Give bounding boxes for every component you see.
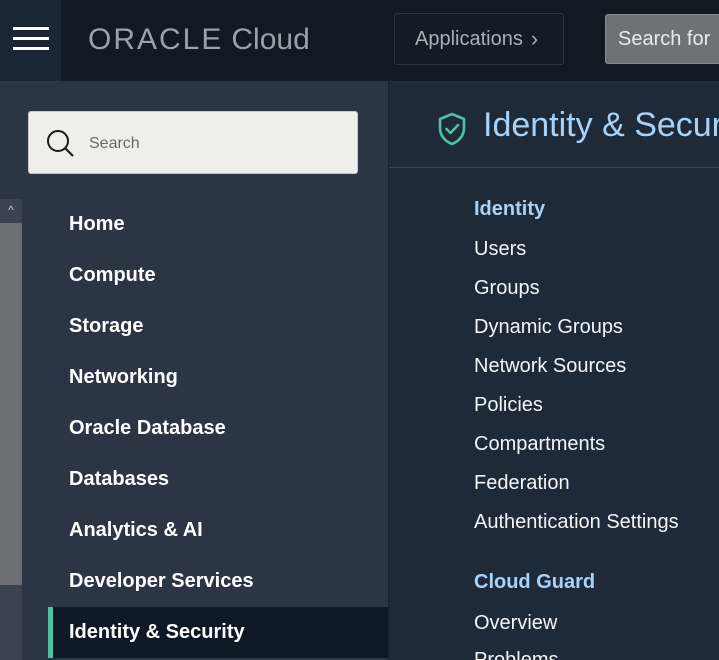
top-bar: ORACLE Cloud Applications › Search for: [0, 0, 719, 81]
link-problems[interactable]: Problems: [474, 649, 558, 660]
menu-toggle-button[interactable]: [0, 0, 61, 81]
hamburger-icon: [13, 27, 49, 30]
section-heading-cloud-guard: Cloud Guard: [474, 571, 596, 593]
nav-item-analytics-ai[interactable]: Analytics & AI: [48, 505, 388, 556]
search-icon: [47, 130, 74, 157]
hamburger-icon: [13, 37, 49, 40]
chevron-right-icon: ›: [530, 26, 539, 51]
nav-search-box[interactable]: [28, 111, 358, 174]
oracle-cloud-logo[interactable]: ORACLE Cloud: [88, 18, 310, 62]
link-dynamic-groups[interactable]: Dynamic Groups: [474, 316, 623, 339]
scroll-up-icon[interactable]: ^: [0, 199, 22, 221]
link-federation[interactable]: Federation: [474, 472, 570, 495]
link-authentication-settings[interactable]: Authentication Settings: [474, 511, 679, 534]
nav-search-input[interactable]: [87, 130, 341, 158]
nav-item-compute[interactable]: Compute: [48, 250, 388, 301]
global-search-input[interactable]: Search for: [605, 14, 719, 64]
nav-item-home[interactable]: Home: [48, 199, 388, 250]
nav-item-identity-security[interactable]: Identity & Security: [48, 607, 388, 658]
submenu-panel: Identity & Security Identity Users Group…: [388, 81, 719, 660]
applications-label: Applications: [415, 27, 523, 50]
nav-item-developer-services[interactable]: Developer Services: [48, 556, 388, 607]
panel-header: Identity & Security: [389, 81, 719, 168]
nav-scrollbar[interactable]: ^: [0, 199, 22, 660]
link-users[interactable]: Users: [474, 238, 526, 261]
nav-item-storage[interactable]: Storage: [48, 301, 388, 352]
nav-item-networking[interactable]: Networking: [48, 352, 388, 403]
scrollbar-thumb[interactable]: [0, 223, 22, 585]
side-navigation: ^ Home Compute Storage Networking Oracle…: [0, 81, 388, 660]
shield-check-icon: [438, 112, 466, 146]
link-network-sources[interactable]: Network Sources: [474, 355, 626, 378]
link-overview[interactable]: Overview: [474, 612, 557, 635]
hamburger-icon: [13, 47, 49, 50]
nav-list: Home Compute Storage Networking Oracle D…: [48, 199, 388, 658]
nav-item-oracle-database[interactable]: Oracle Database: [48, 403, 388, 454]
link-policies[interactable]: Policies: [474, 394, 543, 417]
applications-button[interactable]: Applications ›: [394, 13, 564, 65]
link-groups[interactable]: Groups: [474, 277, 540, 300]
logo-product: Cloud: [231, 23, 310, 56]
nav-item-databases[interactable]: Databases: [48, 454, 388, 505]
panel-title: Identity & Security: [483, 106, 719, 144]
logo-brand: ORACLE: [88, 23, 224, 56]
section-heading-identity: Identity: [474, 198, 546, 220]
link-compartments[interactable]: Compartments: [474, 433, 605, 456]
